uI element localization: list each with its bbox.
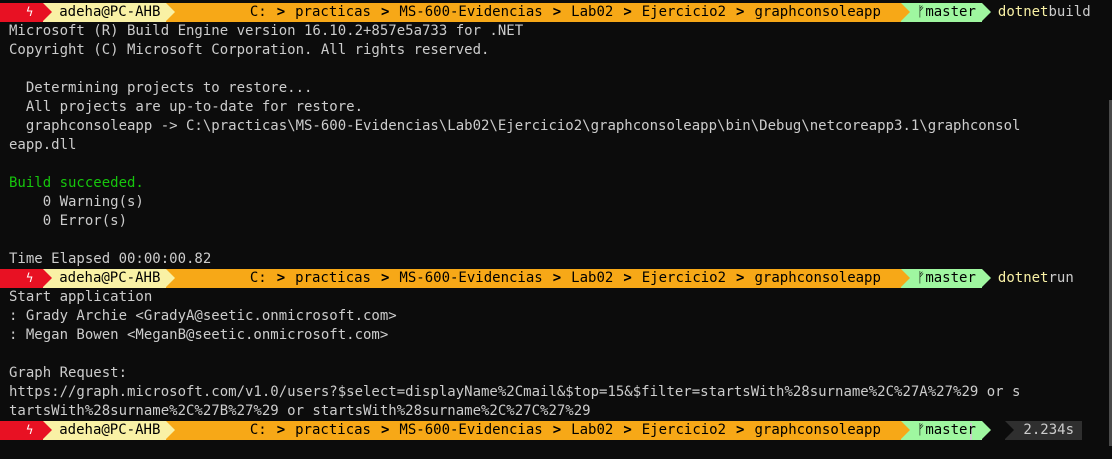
path-segment: C: > practicas > MS-600-Evidencias > Lab02 > Eje… (166, 3, 910, 22)
path-part: C: (249, 4, 267, 20)
output-line: Graph Request: (9, 365, 128, 381)
path-segment: C: > practicas > MS-600-Evidencias > Lab02 > Eje… (166, 269, 910, 288)
path-part: MS-600-Evidencias (399, 4, 543, 20)
terminal-window[interactable]: ϟ adeha@PC-AHB C: > practicas > MS-600-Evide… (0, 0, 1112, 446)
path-part: Lab02 (571, 422, 614, 438)
lightning-icon: ϟ (26, 5, 34, 19)
git-segment: ᚠmaster (900, 421, 991, 440)
path-part: MS-600-Evidencias (399, 422, 543, 438)
path-separator-icon: > (380, 4, 390, 20)
output-line: All projects are up-to-date for restore. (9, 99, 364, 115)
path-part: Ejercicio2 (641, 422, 727, 438)
output-line: Copyright (C) Microsoft Corporation. All… (9, 42, 490, 58)
path-separator-icon: > (552, 4, 562, 20)
user-host: adeha@PC-AHB (59, 270, 161, 286)
prompt-line-2: ϟ adeha@PC-AHB C: > practicas > MS-600-Evide… (0, 269, 1074, 288)
output-line: Start application (9, 289, 153, 305)
path-part: MS-600-Evidencias (399, 270, 543, 286)
execution-time-badge: 2.234s (1005, 421, 1082, 440)
path-part: graphconsoleapp (754, 4, 881, 20)
path-separator-icon: > (623, 270, 632, 286)
command-arg: run (1048, 270, 1074, 286)
user-segment: adeha@PC-AHB (43, 421, 176, 440)
path-part: practicas (295, 4, 371, 20)
git-branch: master (925, 4, 976, 20)
command-build: dotnet build (998, 3, 1091, 22)
path-part: Lab02 (571, 4, 614, 20)
command-arg: build (1048, 4, 1091, 20)
lightning-icon: ϟ (26, 423, 34, 437)
output-line: 0 Error(s) (9, 213, 128, 229)
path-part: graphconsoleapp (754, 422, 881, 438)
exit-status-segment: ϟ (0, 269, 53, 288)
output-line: https://graph.microsoft.com/v1.0/users?$… (9, 384, 1021, 400)
path-part: Ejercicio2 (641, 4, 727, 20)
git-segment: ᚠmaster (900, 3, 991, 22)
path-part: Ejercicio2 (641, 270, 727, 286)
command-run: dotnet run (998, 269, 1074, 288)
path-separator-icon: > (736, 4, 745, 20)
path-part: C: (249, 422, 267, 438)
git-branch: master (925, 270, 976, 286)
output-line: eapp.dll (9, 137, 77, 153)
path-part: graphconsoleapp (754, 270, 881, 286)
output-line: Determining projects to restore... (9, 80, 313, 96)
lightning-icon: ϟ (26, 271, 34, 285)
path-part: C: (249, 270, 267, 286)
path-separator-icon: > (276, 422, 286, 438)
path-separator-icon: > (623, 4, 632, 20)
build-status: Build succeeded. (9, 175, 144, 191)
path-part: practicas (295, 270, 371, 286)
user-host: adeha@PC-AHB (59, 4, 161, 20)
prompt-line-3: ϟ adeha@PC-AHB C: > practicas > MS-600-Evide… (0, 421, 991, 440)
prompt-line-1: ϟ adeha@PC-AHB C: > practicas > MS-600-Evide… (0, 3, 1091, 22)
git-branch: master (925, 422, 976, 438)
user-segment: adeha@PC-AHB (43, 3, 176, 22)
path-segment: C: > practicas > MS-600-Evidencias > Lab02 > Eje… (166, 421, 910, 440)
output-line: : Megan Bowen <MeganB@seetic.onmicrosoft… (9, 327, 389, 343)
path-separator-icon: > (736, 422, 745, 438)
output-line: graphconsoleapp -> C:\practicas\MS-600-E… (9, 118, 1021, 134)
user-segment: adeha@PC-AHB (43, 269, 176, 288)
git-segment: ᚠmaster (900, 269, 991, 288)
path-separator-icon: > (623, 422, 632, 438)
path-separator-icon: > (276, 270, 286, 286)
command-name: dotnet (997, 270, 1049, 286)
path-part: Lab02 (571, 270, 614, 286)
exit-status-segment: ϟ (0, 421, 53, 440)
output-line: : Grady Archie <GradyA@seetic.onmicrosof… (9, 308, 397, 324)
path-part: practicas (295, 422, 371, 438)
path-separator-icon: > (552, 270, 562, 286)
exit-status-segment: ϟ (0, 3, 53, 22)
user-host: adeha@PC-AHB (59, 422, 161, 438)
path-separator-icon: > (380, 270, 390, 286)
path-separator-icon: > (552, 422, 562, 438)
command-name: dotnet (997, 4, 1049, 20)
path-separator-icon: > (380, 422, 390, 438)
output-line: 0 Warning(s) (9, 194, 144, 210)
path-separator-icon: > (736, 270, 745, 286)
path-separator-icon: > (276, 4, 286, 20)
